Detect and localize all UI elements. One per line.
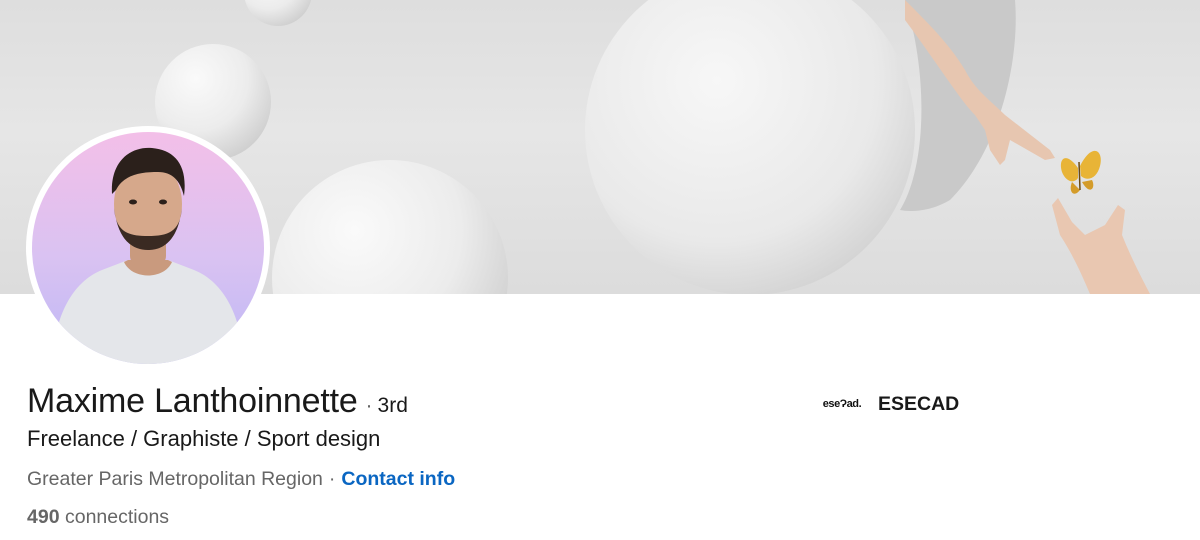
profile-location-row: Greater Paris Metropolitan Region · Cont… [27, 468, 455, 491]
profile-name: Maxime Lanthoinnette [27, 382, 358, 420]
hand-lower [1052, 198, 1150, 294]
sphere-large [585, 0, 915, 294]
connections-count: 490 [27, 506, 60, 528]
sphere-medium [272, 160, 508, 294]
degree-separator: · [365, 394, 373, 417]
avatar [32, 132, 264, 364]
connection-degree: · 3rd [366, 394, 408, 418]
profile-headline: Freelance / Graphiste / Sport design [27, 426, 381, 451]
sphere-small-top [244, 0, 312, 26]
school-logo: eseɁad. [822, 398, 862, 410]
location-separator: · [328, 468, 336, 490]
degree-label: 3rd [377, 394, 408, 417]
butterfly-icon [1060, 150, 1101, 194]
school-name: ESECAD [878, 392, 960, 415]
education-item-esecad[interactable]: eseɁad. ESECAD [820, 390, 960, 418]
profile-name-row: Maxime Lanthoinnette · 3rd [27, 382, 408, 421]
profile-location: Greater Paris Metropolitan Region [27, 468, 323, 490]
connections-link[interactable]: 490 connections [27, 506, 169, 529]
avatar-portrait [52, 147, 244, 364]
contact-info-link[interactable]: Contact info [341, 468, 455, 491]
profile-photo[interactable] [26, 126, 270, 370]
connections-label: connections [64, 506, 170, 528]
